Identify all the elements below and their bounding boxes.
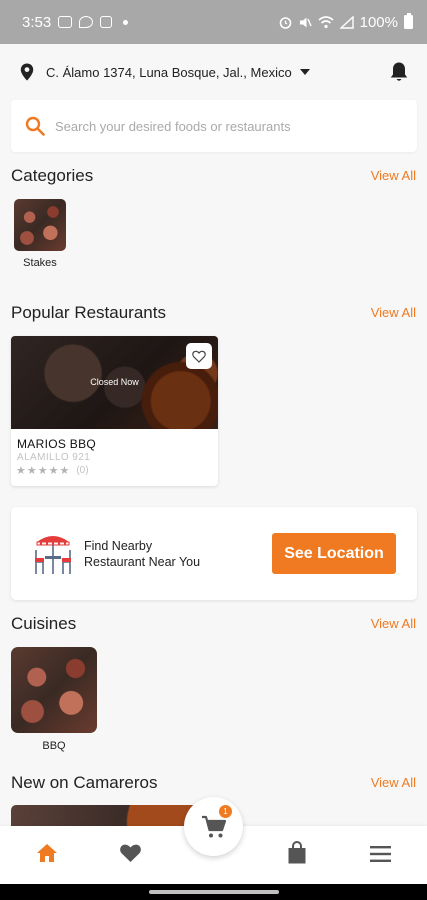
categories-view-all-link[interactable]: View All <box>371 168 416 183</box>
find-nearby-line1: Find Nearby <box>84 539 153 553</box>
instagram-icon <box>100 16 113 28</box>
new-on-title: New on Camareros <box>11 773 158 792</box>
battery-icon <box>404 13 413 29</box>
signal-icon <box>339 15 354 29</box>
heart-outline-icon <box>192 350 206 363</box>
closed-now-label: Closed Now <box>90 377 139 387</box>
search-input[interactable] <box>55 118 395 134</box>
rating-stars: ★★★★★ <box>16 465 71 477</box>
chat-icon <box>79 16 94 28</box>
status-time: 3:53 <box>22 13 52 31</box>
location-header[interactable]: C. Álamo 1374, Luna Bosque, Jal., Mexico <box>0 44 427 100</box>
search-bar[interactable] <box>11 100 417 152</box>
restaurant-table-icon <box>35 536 71 574</box>
find-nearby-line2: Restaurant Near You <box>84 555 201 569</box>
mute-icon <box>299 17 312 27</box>
voicemail-icon <box>58 16 73 28</box>
restaurant-rating: ★★★★★ (0) <box>16 464 89 477</box>
cuisines-title: Cuisines <box>11 614 77 633</box>
status-bar: 3:53 100% <box>0 0 427 44</box>
home-icon[interactable] <box>36 843 58 863</box>
category-tile-stakes[interactable] <box>14 199 66 251</box>
find-nearby-text: Find Nearby Restaurant Near You <box>84 538 200 570</box>
cuisine-label: BBQ <box>42 740 66 752</box>
chevron-down-icon[interactable] <box>299 69 310 75</box>
category-label: Stakes <box>23 257 57 269</box>
shopping-bag-icon[interactable] <box>287 841 307 865</box>
wifi-icon <box>318 15 334 28</box>
restaurant-address: ALAMILLO 921 <box>17 452 91 463</box>
bell-icon[interactable] <box>389 61 409 83</box>
cart-count-badge: 1 <box>219 805 232 818</box>
system-navigation-bar <box>0 884 427 900</box>
map-pin-icon <box>20 63 34 81</box>
restaurant-image: Closed Now <box>11 336 218 429</box>
popular-restaurants-title: Popular Restaurants <box>11 303 166 322</box>
alarm-icon <box>279 16 291 29</box>
rating-count: (0) <box>76 465 89 476</box>
favorite-button[interactable] <box>186 343 212 369</box>
see-location-button[interactable]: See Location <box>272 533 396 574</box>
home-gesture-handle[interactable] <box>149 890 279 894</box>
battery-percent: 100% <box>359 13 398 31</box>
heart-icon[interactable] <box>119 843 142 863</box>
find-nearby-banner: Find Nearby Restaurant Near You See Loca… <box>11 507 417 600</box>
categories-title: Categories <box>11 166 94 185</box>
menu-icon[interactable] <box>370 846 391 862</box>
restaurant-card[interactable]: Closed Now MARIOS BBQ ALAMILLO 921 ★★★★★… <box>11 336 218 486</box>
cart-button[interactable]: 1 <box>184 797 243 856</box>
popular-restaurants-view-all-link[interactable]: View All <box>371 305 416 320</box>
cart-icon <box>201 815 226 837</box>
delivery-address[interactable]: C. Álamo 1374, Luna Bosque, Jal., Mexico <box>46 65 292 80</box>
cuisine-tile-bbq[interactable] <box>11 647 97 733</box>
cuisines-view-all-link[interactable]: View All <box>371 616 416 631</box>
notification-dot-icon <box>123 19 129 25</box>
restaurant-name: MARIOS BBQ <box>17 437 97 451</box>
search-icon <box>25 116 45 136</box>
new-on-view-all-link[interactable]: View All <box>371 775 416 790</box>
new-restaurant-image[interactable] <box>11 805 201 827</box>
